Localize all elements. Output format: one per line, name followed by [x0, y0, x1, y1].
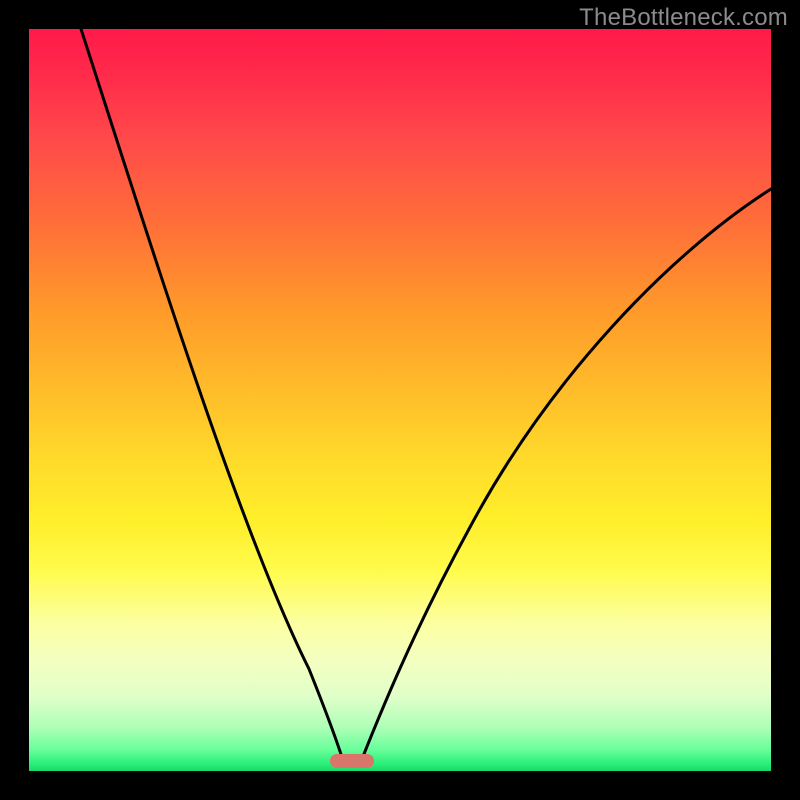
bottleneck-chart	[29, 29, 771, 771]
curve-right	[360, 189, 771, 764]
curve-left	[81, 29, 344, 764]
bottleneck-curve	[29, 29, 771, 771]
watermark-text: TheBottleneck.com	[579, 4, 788, 32]
optimal-marker	[330, 754, 374, 768]
